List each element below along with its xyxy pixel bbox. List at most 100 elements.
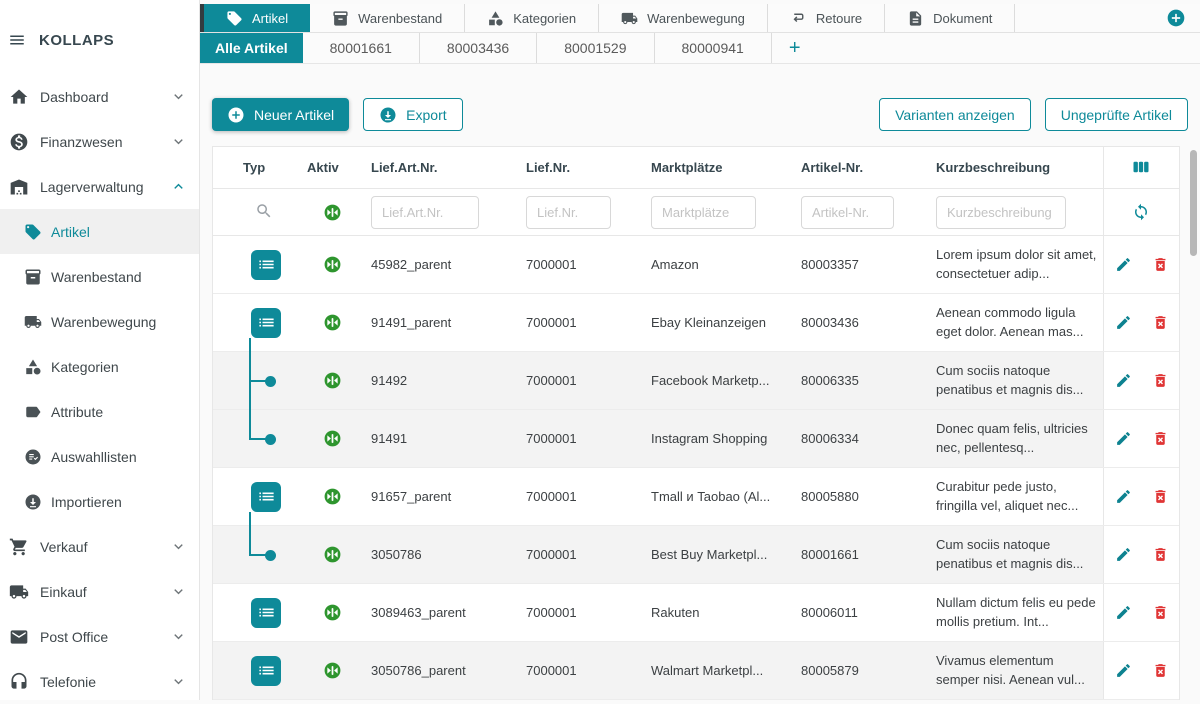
- table-row[interactable]: 914927000001Facebook Marketp...80006335C…: [213, 352, 1179, 410]
- delete-button[interactable]: [1150, 312, 1171, 333]
- delete-button[interactable]: [1150, 486, 1171, 507]
- article-parent-badge[interactable]: [251, 250, 281, 280]
- sidebar-item-post-office[interactable]: Post Office: [0, 614, 199, 659]
- article-tab-80000941[interactable]: 80000941: [655, 33, 772, 63]
- delete-button[interactable]: [1150, 544, 1171, 565]
- add-article-tab-button[interactable]: +: [772, 33, 818, 63]
- tab-warenbewegung[interactable]: Warenbewegung: [599, 4, 768, 32]
- kurzbeschreibung-cell: Nullam dictum felis eu pede mollis preti…: [920, 584, 1103, 641]
- delete-button[interactable]: [1150, 370, 1171, 391]
- filter-lief-art-nr-input[interactable]: [371, 196, 479, 229]
- article-parent-badge[interactable]: [251, 656, 281, 686]
- edit-icon: [1115, 604, 1132, 621]
- edit-button[interactable]: [1113, 486, 1134, 507]
- article-tab-80003436[interactable]: 80003436: [420, 33, 537, 63]
- tab-warenbestand[interactable]: Warenbestand: [310, 4, 465, 32]
- edit-button[interactable]: [1113, 544, 1134, 565]
- article-tab-80001661[interactable]: 80001661: [303, 33, 420, 63]
- active-status-icon[interactable]: [323, 203, 342, 222]
- sidebar: KOLLAPS DashboardFinanzwesenLagerverwalt…: [0, 0, 200, 700]
- article-parent-badge[interactable]: [251, 482, 281, 512]
- article-tab-alle-artikel[interactable]: Alle Artikel: [200, 33, 303, 63]
- add-module-button[interactable]: [1166, 4, 1186, 32]
- sidebar-item-kategorien[interactable]: Kategorien: [0, 344, 199, 389]
- sidebar-item-lagerverwaltung[interactable]: Lagerverwaltung: [0, 164, 199, 209]
- sidebar-item-auswahllisten[interactable]: Auswahllisten: [0, 434, 199, 479]
- tab-dokument[interactable]: Dokument: [885, 4, 1015, 32]
- filter-marktplaetze-input[interactable]: [651, 196, 756, 229]
- table-row[interactable]: 3050786_parent7000001Walmart Marketpl...…: [213, 642, 1179, 700]
- sidebar-item-importieren[interactable]: Importieren: [0, 479, 199, 524]
- sidebar-item-label: Post Office: [40, 629, 108, 645]
- refresh-button[interactable]: [1130, 201, 1153, 224]
- edit-button[interactable]: [1113, 428, 1134, 449]
- tree-line: [249, 525, 251, 555]
- marktplaetze-cell: Tmall и Taobao (Al...: [635, 468, 785, 525]
- table-row[interactable]: 30507867000001Best Buy Marketpl...800016…: [213, 526, 1179, 584]
- delete-button[interactable]: [1150, 660, 1171, 681]
- refresh-icon: [1132, 203, 1150, 221]
- marktplaetze-cell: Rakuten: [635, 584, 785, 641]
- shapes-icon: [24, 358, 42, 376]
- article-tab-label: 80000941: [682, 40, 744, 56]
- edit-button[interactable]: [1113, 312, 1134, 333]
- sidebar-item-warenbewegung[interactable]: Warenbewegung: [0, 299, 199, 344]
- delete-button[interactable]: [1150, 602, 1171, 623]
- scrollbar-thumb[interactable]: [1190, 150, 1197, 256]
- sidebar-item-label: Telefonie: [40, 674, 96, 690]
- article-parent-badge[interactable]: [251, 598, 281, 628]
- sidebar-item-einkauf[interactable]: Einkauf: [0, 569, 199, 614]
- row-actions: [1103, 236, 1179, 293]
- tab-artikel[interactable]: Artikel: [204, 4, 310, 32]
- edit-button[interactable]: [1113, 660, 1134, 681]
- sidebar-item-dashboard[interactable]: Dashboard: [0, 74, 199, 119]
- table-row[interactable]: 91491_parent7000001Ebay Kleinanzeigen800…: [213, 294, 1179, 352]
- sidebar-item-warenbestand[interactable]: Warenbestand: [0, 254, 199, 299]
- sidebar-item-telefonie[interactable]: Telefonie: [0, 659, 199, 704]
- active-status-icon: [323, 545, 342, 564]
- table-row[interactable]: 914917000001Instagram Shopping80006334Do…: [213, 410, 1179, 468]
- filter-artikel-nr-input[interactable]: [801, 196, 894, 229]
- table-row[interactable]: 45982_parent7000001Amazon80003357Lorem i…: [213, 236, 1179, 294]
- menu-toggle[interactable]: [8, 31, 26, 49]
- filter-lief-nr-input[interactable]: [526, 196, 611, 229]
- delete-button[interactable]: [1150, 428, 1171, 449]
- kurzbeschreibung-cell: Lorem ipsum dolor sit amet, consectetuer…: [920, 236, 1103, 293]
- sidebar-item-artikel[interactable]: Artikel: [0, 209, 199, 254]
- delete-icon: [1152, 662, 1169, 679]
- article-parent-badge[interactable]: [251, 308, 281, 338]
- export-button[interactable]: Export: [363, 98, 462, 131]
- tab-retoure[interactable]: Retoure: [768, 4, 885, 32]
- aktiv-cell: [291, 584, 355, 641]
- checklist-icon: [24, 448, 42, 466]
- sidebar-item-verkauf[interactable]: Verkauf: [0, 524, 199, 569]
- filter-kurzbeschreibung-input[interactable]: [936, 196, 1066, 229]
- column-settings-button[interactable]: [1130, 156, 1154, 180]
- sidebar-item-attribute[interactable]: Attribute: [0, 389, 199, 434]
- lief-nr-cell: 7000001: [510, 294, 635, 351]
- chevron-up-icon: [170, 178, 187, 195]
- add-circle-icon: [1166, 8, 1186, 28]
- artikel-nr-cell: 80006335: [785, 352, 920, 409]
- article-tab-80001529[interactable]: 80001529: [537, 33, 654, 63]
- sidebar-item-finanzwesen[interactable]: Finanzwesen: [0, 119, 199, 164]
- edit-button[interactable]: [1113, 370, 1134, 391]
- show-variants-label: Varianten anzeigen: [895, 107, 1015, 123]
- tag-icon: [226, 10, 243, 27]
- delete-icon: [1152, 604, 1169, 621]
- kurzbeschreibung-cell: Vivamus elementum semper nisi. Aenean vu…: [920, 642, 1103, 699]
- show-variants-button[interactable]: Varianten anzeigen: [879, 98, 1031, 131]
- edit-button[interactable]: [1113, 602, 1134, 623]
- table-row[interactable]: 91657_parent7000001Tmall и Taobao (Al...…: [213, 468, 1179, 526]
- lief-art-nr-cell: 91657_parent: [355, 468, 510, 525]
- edit-button[interactable]: [1113, 254, 1134, 275]
- tab-kategorien[interactable]: Kategorien: [465, 4, 599, 32]
- active-status-icon: [323, 661, 342, 680]
- sidebar-item-label: Dashboard: [40, 89, 109, 105]
- table-row[interactable]: 3089463_parent7000001Rakuten80006011Null…: [213, 584, 1179, 642]
- toolbar: Neuer Artikel Export Varianten anzeigen …: [212, 98, 1188, 131]
- new-article-button[interactable]: Neuer Artikel: [212, 98, 349, 131]
- unchecked-articles-button[interactable]: Ungeprüfte Artikel: [1045, 98, 1188, 131]
- tree-line-down: [249, 338, 251, 352]
- delete-button[interactable]: [1150, 254, 1171, 275]
